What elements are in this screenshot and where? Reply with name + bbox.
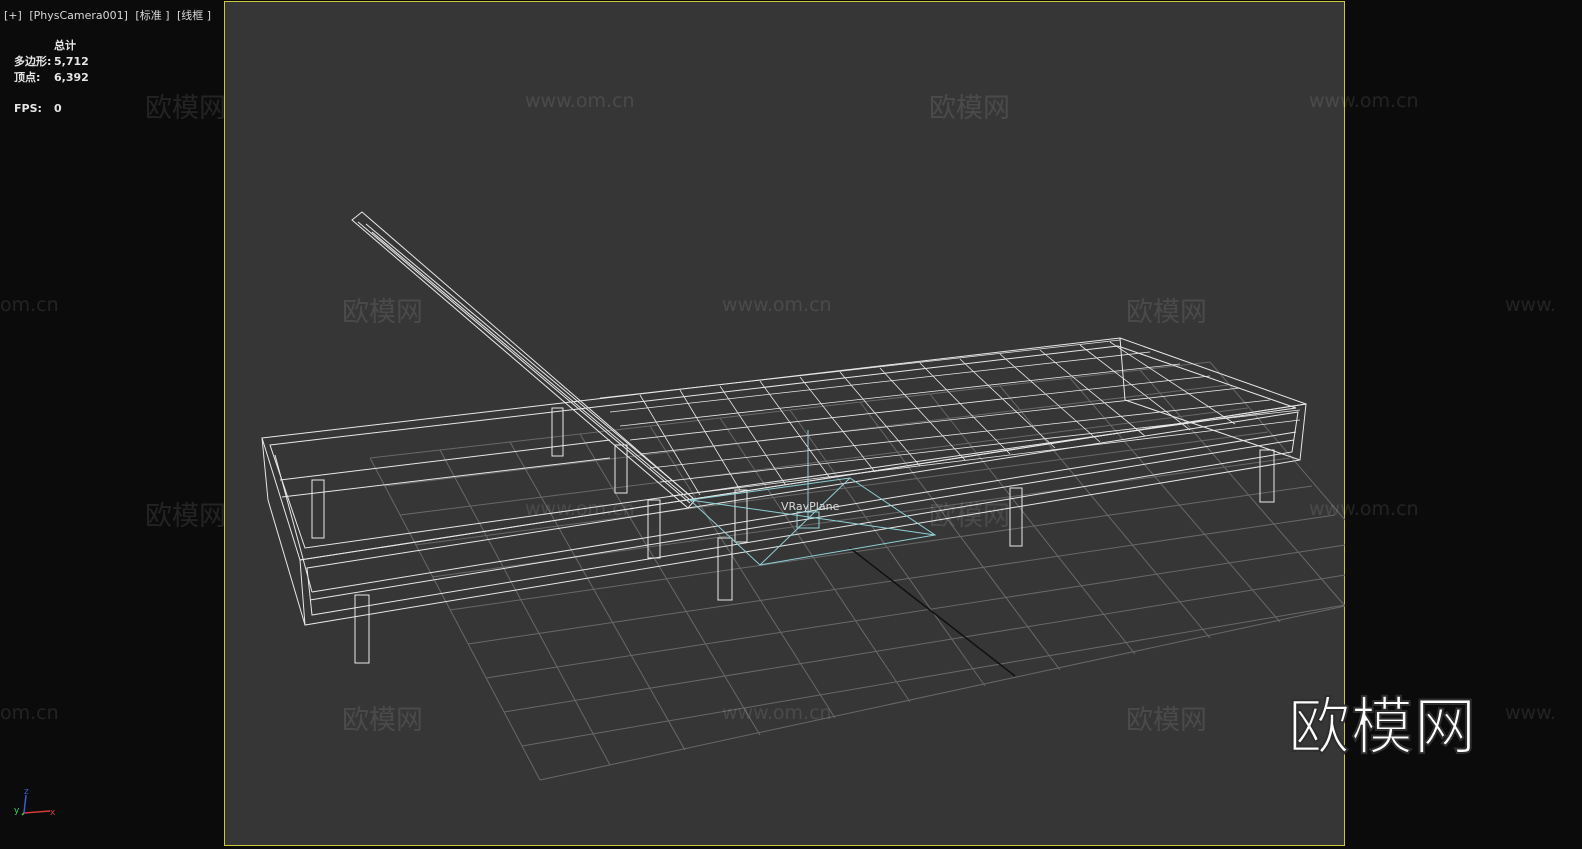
watermark-url: www.om.cn [525,90,635,112]
axis-y-label: y [14,806,20,816]
axis-z-label: z [24,787,29,797]
vray-plane-label: VRayPlane [781,500,840,513]
axis-x-label: x [50,808,56,818]
watermark-brand: 欧模网 [145,501,226,532]
watermark-brand: 欧模网 [1126,705,1207,736]
watermark-url: www.om.cn [1309,90,1419,112]
watermark-brand: 欧模网 [342,297,423,328]
lounge-backrest [351,211,696,509]
watermark-url: www.om.cn [722,702,832,724]
watermark-url: www.om.cn [1309,498,1419,520]
watermark-brand: 欧模网 [929,501,1010,532]
watermark-url-partial: om.cn [0,702,59,724]
watermark-brand: 欧模网 [1126,297,1207,328]
axis-tripod-icon: x z y [14,787,56,818]
watermark-brand: 欧模网 [145,93,226,124]
watermark-logo-large: 欧模网 [1287,689,1478,764]
watermark-url: www.om.cn [722,294,832,316]
world-axis-line [849,547,1016,677]
watermark-brand: 欧模网 [342,705,423,736]
watermark-url-partial: om.cn [0,294,59,316]
watermark-url-partial-right: www. [1505,702,1556,724]
watermark-url: www.om.cn [525,498,635,520]
watermark-url-partial-right: www. [1505,294,1556,316]
watermark-brand: 欧模网 [929,93,1010,124]
